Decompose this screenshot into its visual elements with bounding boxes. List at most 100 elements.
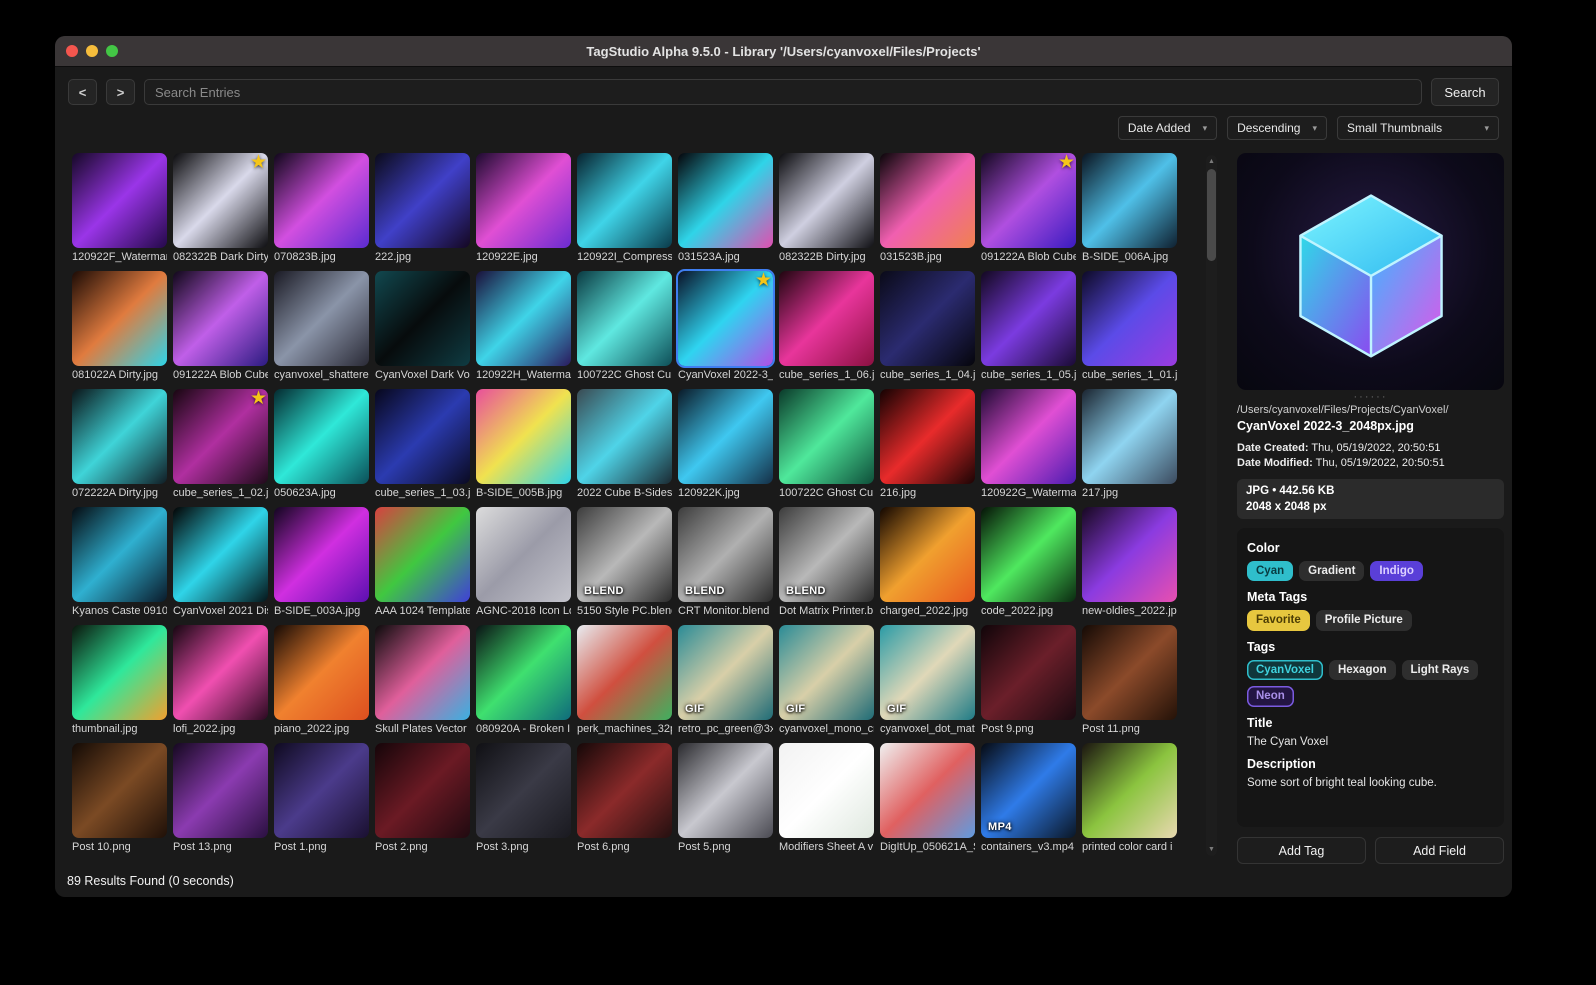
grid-item[interactable]: Kyanos Caste 0910 — [72, 507, 167, 620]
thumbnail[interactable] — [274, 625, 369, 720]
thumbnail[interactable] — [880, 153, 975, 248]
thumbnail[interactable] — [476, 271, 571, 366]
grid-item[interactable]: 082322B Dirty.jpg — [779, 153, 874, 266]
thumbnail[interactable] — [173, 507, 268, 602]
grid-item[interactable]: 120922I_Compress — [577, 153, 672, 266]
grid-item[interactable]: BLEND CRT Monitor.blend — [678, 507, 773, 620]
grid-item[interactable]: cyanvoxel_shattere — [274, 271, 369, 384]
grid-item[interactable]: piano_2022.jpg — [274, 625, 369, 738]
grid-item[interactable]: code_2022.jpg — [981, 507, 1076, 620]
thumbnail[interactable] — [1082, 625, 1177, 720]
tag-pill[interactable]: Hexagon — [1328, 659, 1396, 681]
grid-item[interactable]: ★ 091222A Blob Cube — [981, 153, 1076, 266]
grid-item[interactable]: 120922G_Waterma — [981, 389, 1076, 502]
thumbnail[interactable] — [577, 153, 672, 248]
grid-item[interactable]: Post 11.png — [1082, 625, 1177, 738]
grid-item[interactable]: 120922E.jpg — [476, 153, 571, 266]
thumbnail[interactable]: BLEND — [577, 507, 672, 602]
search-button[interactable]: Search — [1431, 78, 1499, 106]
thumbnail[interactable]: BLEND — [678, 507, 773, 602]
scroll-down-icon[interactable]: ▼ — [1206, 846, 1217, 853]
thumbnail[interactable]: GIF — [779, 625, 874, 720]
thumbnail[interactable] — [880, 743, 975, 838]
thumbnail[interactable]: GIF — [678, 625, 773, 720]
grid-item[interactable]: perk_machines_32p — [577, 625, 672, 738]
grid-item[interactable]: charged_2022.jpg — [880, 507, 975, 620]
grid-item[interactable]: Skull Plates Vector — [375, 625, 470, 738]
tag-pill[interactable]: Neon — [1247, 686, 1294, 707]
grid-item[interactable]: 2022 Cube B-Sides — [577, 389, 672, 502]
thumbnail[interactable] — [476, 625, 571, 720]
grid-item[interactable]: 080920A - Broken I — [476, 625, 571, 738]
thumbnail[interactable] — [274, 743, 369, 838]
grid-item[interactable]: Post 9.png — [981, 625, 1076, 738]
grid-item[interactable]: printed color card i — [1082, 743, 1177, 856]
thumbnail[interactable]: ★ — [981, 153, 1076, 248]
thumbnail[interactable] — [476, 389, 571, 484]
thumbnail[interactable] — [72, 153, 167, 248]
grid-item[interactable]: 081022A Dirty.jpg — [72, 271, 167, 384]
grid-item[interactable]: 120922K.jpg — [678, 389, 773, 502]
thumbnail[interactable] — [476, 507, 571, 602]
grid-item[interactable]: cube_series_1_06.j — [779, 271, 874, 384]
thumbnail[interactable]: ★ — [676, 269, 775, 368]
thumbnail[interactable] — [476, 743, 571, 838]
thumbnail[interactable] — [678, 743, 773, 838]
thumbnail[interactable] — [577, 625, 672, 720]
thumbnail[interactable] — [981, 389, 1076, 484]
grid-item[interactable]: 100722C Ghost Cu — [577, 271, 672, 384]
tag-pill[interactable]: CyanVoxel — [1247, 659, 1323, 681]
thumbnail[interactable] — [1082, 271, 1177, 366]
thumbnail[interactable] — [577, 271, 672, 366]
scrollbar-thumb[interactable] — [1207, 169, 1216, 261]
grid-item[interactable]: 031523B.jpg — [880, 153, 975, 266]
thumbnail[interactable] — [72, 389, 167, 484]
grid-item[interactable]: ★ cube_series_1_02.j — [173, 388, 268, 502]
scrollbar[interactable]: ▲ ▼ — [1206, 155, 1217, 856]
thumbnail[interactable]: ★ — [173, 388, 268, 484]
thumbnail[interactable] — [779, 271, 874, 366]
thumbnail[interactable] — [173, 271, 268, 366]
thumbnail[interactable] — [1082, 389, 1177, 484]
thumbnail[interactable] — [981, 271, 1076, 366]
grid-item[interactable]: AAA 1024 Template — [375, 507, 470, 620]
grid-item[interactable]: GIF cyanvoxel_mono_cr — [779, 625, 874, 738]
grid-item[interactable]: lofi_2022.jpg — [173, 625, 268, 738]
tag-pill[interactable]: Cyan — [1247, 561, 1294, 582]
thumbnail[interactable] — [72, 625, 167, 720]
thumbnail[interactable] — [476, 153, 571, 248]
grid-item[interactable]: cube_series_1_01.j — [1082, 271, 1177, 384]
thumbnail[interactable] — [72, 507, 167, 602]
grid-item[interactable]: 217.jpg — [1082, 389, 1177, 502]
thumbnail[interactable] — [981, 625, 1076, 720]
thumbnail[interactable] — [375, 743, 470, 838]
thumbnail[interactable] — [375, 389, 470, 484]
thumbnail[interactable] — [1082, 153, 1177, 248]
grid-item[interactable]: Post 5.png — [678, 743, 773, 856]
grid-item[interactable]: BLEND 5150 Style PC.blend — [577, 507, 672, 620]
thumbnail[interactable] — [72, 743, 167, 838]
grid-item[interactable]: B-SIDE_005B.jpg — [476, 389, 571, 502]
grid-item[interactable]: 072222A Dirty.jpg — [72, 389, 167, 502]
thumbnail[interactable] — [779, 153, 874, 248]
sort-field-dropdown[interactable]: Date Added ▾ — [1117, 116, 1218, 140]
tag-pill[interactable]: Indigo — [1370, 561, 1423, 582]
grid-item[interactable]: GIF retro_pc_green@3x — [678, 625, 773, 738]
add-field-button[interactable]: Add Field — [1375, 837, 1504, 864]
grid-item[interactable]: Modifiers Sheet A v — [779, 743, 874, 856]
thumbnail[interactable] — [1082, 507, 1177, 602]
thumbnail[interactable] — [375, 153, 470, 248]
grid-item[interactable]: thumbnail.jpg — [72, 625, 167, 738]
thumbnail[interactable] — [274, 389, 369, 484]
thumbnail[interactable]: BLEND — [779, 507, 874, 602]
scroll-up-icon[interactable]: ▲ — [1206, 158, 1217, 165]
grid-item[interactable]: B-SIDE_003A.jpg — [274, 507, 369, 620]
grid-item[interactable]: Post 13.png — [173, 743, 268, 856]
thumbnail-size-dropdown[interactable]: Small Thumbnails ▾ — [1337, 116, 1499, 140]
search-input[interactable] — [144, 79, 1422, 105]
grid-item[interactable]: GIF cyanvoxel_dot_mat — [880, 625, 975, 738]
sort-order-dropdown[interactable]: Descending ▾ — [1227, 116, 1327, 140]
close-button[interactable] — [66, 45, 78, 57]
maximize-button[interactable] — [106, 45, 118, 57]
grid-item[interactable]: 120922F_Watermark — [72, 153, 167, 266]
